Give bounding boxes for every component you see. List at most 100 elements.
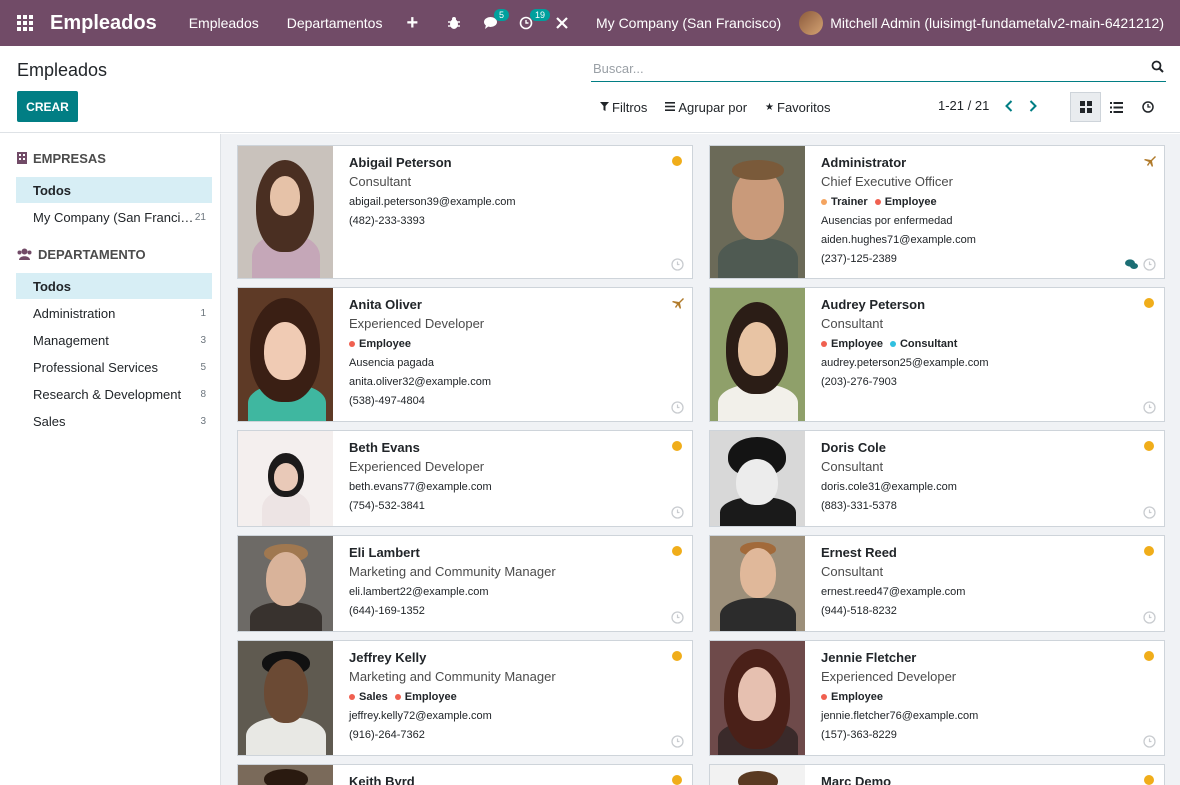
messages-icon[interactable]: 5 xyxy=(472,0,510,46)
employee-card[interactable]: Marc Demo xyxy=(709,764,1165,785)
activity-clock-icon[interactable] xyxy=(1143,258,1156,274)
search-input[interactable] xyxy=(591,56,1131,80)
employee-photo xyxy=(238,431,333,526)
activity-clock-icon[interactable] xyxy=(671,258,684,274)
filters-label: Filtros xyxy=(612,100,648,115)
activity-view-icon[interactable] xyxy=(1132,92,1163,122)
breadcrumb: Empleados xyxy=(17,60,108,80)
department-item-todos[interactable]: Todos xyxy=(16,273,212,299)
group-by-button[interactable]: Agrupar por xyxy=(665,100,747,115)
employee-job: Marketing and Community Manager xyxy=(349,564,556,579)
employee-job: Consultant xyxy=(821,316,884,331)
employee-card[interactable]: Ernest Reed Consultant ernest.reed47@exa… xyxy=(709,535,1165,632)
plus-icon[interactable]: + xyxy=(396,12,428,35)
employee-name: Jeffrey Kelly xyxy=(349,650,427,665)
tools-icon[interactable] xyxy=(544,0,580,46)
pager-value[interactable]: 1-21 / 21 xyxy=(938,98,989,113)
activity-clock-icon[interactable] xyxy=(1143,401,1156,417)
company-switcher[interactable]: My Company (San Francisco) xyxy=(580,15,799,31)
employee-card[interactable]: Keith Byrd xyxy=(237,764,693,785)
employee-name: Audrey Peterson xyxy=(821,297,926,312)
activity-clock-icon[interactable] xyxy=(1143,506,1156,522)
employee-card[interactable]: Abigail Peterson Consultant abigail.pete… xyxy=(237,145,693,279)
favorites-button[interactable]: ★ Favoritos xyxy=(765,100,830,115)
employee-phone: (644)-169-1352 xyxy=(349,605,425,617)
app-title[interactable]: Empleados xyxy=(50,12,157,35)
employee-photo xyxy=(238,536,333,631)
employee-card[interactable]: Administrator Chief Executive Officer Tr… xyxy=(709,145,1165,279)
department-item-administration[interactable]: Administration 1 xyxy=(16,300,212,326)
employee-card[interactable]: Eli Lambert Marketing and Community Mana… xyxy=(237,535,693,632)
department-item-management[interactable]: Management 3 xyxy=(16,327,212,353)
employee-tags: Sales Employee xyxy=(349,690,680,704)
company-item-my-company[interactable]: My Company (San Franci… 21 xyxy=(16,204,212,230)
employee-card[interactable]: Jeffrey Kelly Marketing and Community Ma… xyxy=(237,640,693,756)
department-item-count: 3 xyxy=(200,415,206,427)
employee-phone: (754)-532-3841 xyxy=(349,500,425,512)
bug-icon[interactable] xyxy=(436,0,472,46)
company-item-todos[interactable]: Todos xyxy=(16,177,212,203)
employee-card[interactable]: Audrey Peterson Consultant Employee Cons… xyxy=(709,287,1165,422)
department-item-label: Professional Services xyxy=(33,359,158,375)
employee-tag: Consultant xyxy=(889,337,957,351)
department-item-label: Administration xyxy=(33,305,116,321)
employee-card[interactable]: Beth Evans Experienced Developer beth.ev… xyxy=(237,430,693,527)
bars-icon xyxy=(665,101,676,114)
activity-clock-icon[interactable] xyxy=(1143,735,1156,751)
pager: 1-21 / 21 xyxy=(938,98,1038,113)
activity-clock-icon[interactable] xyxy=(671,735,684,751)
employee-phone: (203)-276-7903 xyxy=(821,376,897,388)
employee-photo xyxy=(710,765,805,785)
menu-empleados[interactable]: Empleados xyxy=(175,15,273,31)
employee-photo xyxy=(710,536,805,631)
chevron-right-icon[interactable] xyxy=(1029,99,1038,112)
department-item-sales[interactable]: Sales 3 xyxy=(16,408,212,434)
search-panel-sidebar: EMPRESAS Todos My Company (San Franci… 2… xyxy=(0,134,221,785)
activity-clock-icon[interactable]: 19 xyxy=(508,0,551,46)
chevron-left-icon[interactable] xyxy=(1005,99,1013,112)
user-menu[interactable]: Mitchell Admin (luisimgt-fundametalv2-ma… xyxy=(799,11,1180,35)
employee-name: Keith Byrd xyxy=(349,774,415,785)
employee-email: doris.cole31@example.com xyxy=(821,481,957,493)
activity-clock-icon[interactable] xyxy=(671,401,684,417)
list-view-icon[interactable] xyxy=(1101,92,1132,122)
employee-job: Experienced Developer xyxy=(821,669,957,684)
employee-phone: (883)-331-5378 xyxy=(821,500,897,512)
employee-email: beth.evans77@example.com xyxy=(349,481,492,493)
employee-photo xyxy=(238,641,333,755)
employee-phone: (916)-264-7362 xyxy=(349,729,425,741)
department-item-label: Research & Development xyxy=(33,386,182,402)
search-bar xyxy=(591,56,1166,82)
kanban-view-icon[interactable] xyxy=(1070,92,1101,122)
activity-clock-icon[interactable] xyxy=(1143,611,1156,627)
employee-photo xyxy=(710,431,805,526)
star-icon: ★ xyxy=(765,102,775,113)
employee-name: Doris Cole xyxy=(821,440,887,455)
employee-card[interactable]: Doris Cole Consultant doris.cole31@examp… xyxy=(709,430,1165,527)
employee-job: Consultant xyxy=(821,459,884,474)
employee-tag: Employee xyxy=(394,690,457,704)
department-item-research-development[interactable]: Research & Development 8 xyxy=(16,381,212,407)
create-button[interactable]: CREAR xyxy=(17,91,78,122)
activity-clock-icon[interactable] xyxy=(671,611,684,627)
employee-tag: Employee xyxy=(874,195,937,209)
department-item-count: 1 xyxy=(200,307,206,319)
employee-card[interactable]: Jennie Fletcher Experienced Developer Em… xyxy=(709,640,1165,756)
department-item-label: Sales xyxy=(33,413,66,429)
search-icon[interactable] xyxy=(1151,60,1164,76)
employee-job: Consultant xyxy=(821,564,884,579)
employee-card[interactable]: Anita Oliver Experienced Developer Emplo… xyxy=(237,287,693,422)
menu-departamentos[interactable]: Departamentos xyxy=(273,15,397,31)
employee-phone: (157)-363-8229 xyxy=(821,729,897,741)
employee-email: aiden.hughes71@example.com xyxy=(821,234,976,246)
company-item-label: Todos xyxy=(33,182,72,198)
filter-icon xyxy=(600,101,609,114)
chat-icon[interactable] xyxy=(1125,258,1138,273)
filters-button[interactable]: Filtros xyxy=(600,100,647,115)
users-icon xyxy=(17,248,32,260)
employee-phone: (237)-125-2389 xyxy=(821,253,897,265)
department-item-professional-services[interactable]: Professional Services 5 xyxy=(16,354,212,380)
activity-clock-icon[interactable] xyxy=(671,506,684,522)
employee-name: Jennie Fletcher xyxy=(821,650,917,665)
apps-menu-icon[interactable] xyxy=(0,0,50,46)
